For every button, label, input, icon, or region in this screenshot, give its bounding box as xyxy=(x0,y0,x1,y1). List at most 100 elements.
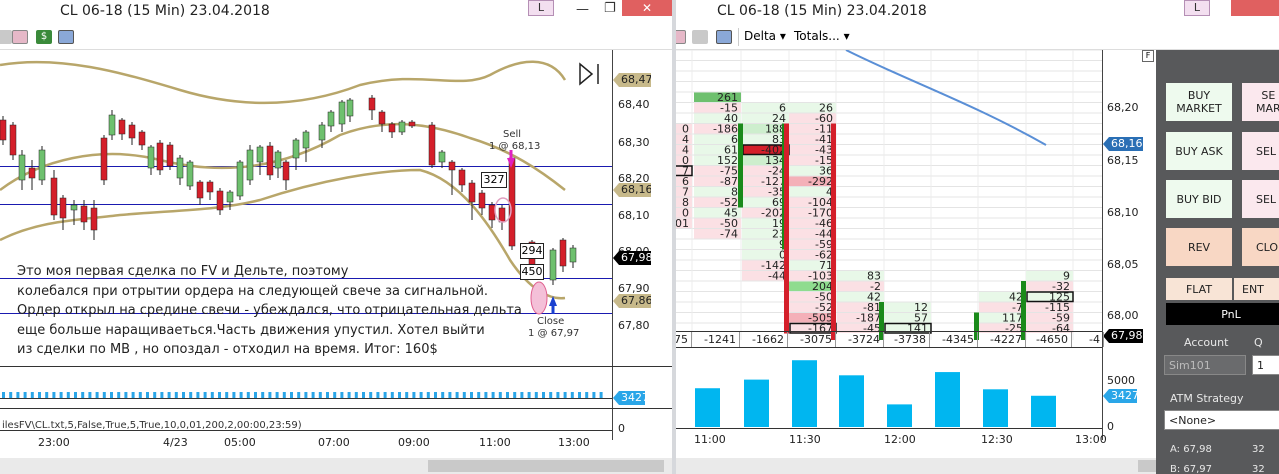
right-link-button[interactable]: L xyxy=(1184,0,1210,16)
bar-chart-icon[interactable] xyxy=(676,30,686,44)
chevron-down-icon: ▾ xyxy=(779,29,786,43)
left-scrollbar-thumb[interactable] xyxy=(428,460,664,472)
left-window-title: CL 06-18 (15 Min) 23.04.2018 xyxy=(60,3,270,19)
left-minimize-button[interactable]: — xyxy=(576,2,589,17)
dollar-icon[interactable]: $ xyxy=(36,30,52,44)
candle-body xyxy=(569,247,577,263)
atm-strategy-label: ATM Strategy xyxy=(1170,392,1244,405)
candle-body xyxy=(166,144,174,167)
total-cell: -1241 xyxy=(704,333,736,346)
right-scrollbar-thumb[interactable] xyxy=(1138,460,1156,472)
sell-detail: 1 @ 68,13 xyxy=(489,141,541,152)
right-title-bar: CL 06-18 (15 Min) 23.04.2018 L — xyxy=(676,0,1279,24)
candle-body xyxy=(282,161,290,181)
right-chart-window: CL 06-18 (15 Min) 23.04.2018 L — Delta ▾… xyxy=(676,0,1279,474)
left-link-button[interactable]: L xyxy=(528,0,554,16)
candle-body xyxy=(327,111,335,127)
properties-icon[interactable] xyxy=(716,30,732,44)
candle-body xyxy=(302,131,310,149)
left-price-axis-line xyxy=(612,50,613,440)
candle-body xyxy=(488,204,496,221)
sell-market-button[interactable]: SE MAR xyxy=(1242,83,1279,121)
candle-body xyxy=(28,167,36,179)
dollar-icon[interactable] xyxy=(692,30,708,44)
candle-body xyxy=(100,137,108,181)
candle-body xyxy=(50,177,58,216)
left-restore-button[interactable]: ❐ xyxy=(604,1,616,16)
properties-icon[interactable] xyxy=(58,30,74,44)
price-axis-label: 68,30 xyxy=(618,136,650,149)
candle-body xyxy=(59,197,67,219)
candle-body xyxy=(266,145,274,176)
right-volume-histogram xyxy=(695,360,1056,427)
right-scrollbar[interactable] xyxy=(676,458,1156,474)
flat-button[interactable]: FLAT xyxy=(1166,278,1232,300)
left-close-button[interactable]: ✕ xyxy=(622,0,672,16)
account-select[interactable]: Sim101 xyxy=(1164,355,1246,375)
volume-tag: 3427 xyxy=(613,391,645,405)
candle-body xyxy=(388,123,396,133)
delta-menu[interactable]: Delta ▾ xyxy=(744,29,786,43)
pnl-display: PnL xyxy=(1166,303,1279,325)
buy-market-button[interactable]: BUY MARKET xyxy=(1166,83,1232,121)
quantity-label: Q xyxy=(1254,336,1263,349)
candle-body xyxy=(128,124,136,139)
left-scrollbar[interactable] xyxy=(0,458,672,474)
totals-menu[interactable]: Totals... ▾ xyxy=(794,29,850,43)
total-cell: -3724 xyxy=(848,333,880,346)
candle-body xyxy=(378,111,386,125)
candle-body xyxy=(147,146,155,169)
time-label: 11:00 xyxy=(479,436,511,449)
volume-baseline xyxy=(0,398,612,399)
candle-body xyxy=(438,151,446,163)
buy-ask-button[interactable]: BUY ASK xyxy=(1166,132,1232,170)
total-separator xyxy=(929,332,930,347)
reverse-button[interactable]: REV xyxy=(1166,228,1232,266)
quantity-field[interactable]: 1 xyxy=(1252,355,1279,375)
close-position-button[interactable]: CLO xyxy=(1242,228,1279,266)
bar-chart-icon[interactable] xyxy=(12,30,28,44)
candle-body xyxy=(18,154,26,181)
entry-button[interactable]: ENT xyxy=(1234,278,1279,300)
price-tag: 67,86 xyxy=(613,294,651,308)
candle-body xyxy=(216,190,224,211)
atm-strategy-select[interactable]: <None> xyxy=(1164,410,1279,430)
candle-body xyxy=(226,191,234,203)
time-label: 4/23 xyxy=(163,436,188,449)
candle-body xyxy=(176,157,184,179)
account-label: Account xyxy=(1184,336,1229,349)
candle-body xyxy=(292,139,300,159)
total-separator xyxy=(977,332,978,347)
buy-bid-button[interactable]: BUY BID xyxy=(1166,180,1232,218)
price-axis-label: 68,15 xyxy=(1107,154,1139,167)
volume-axis-zero: 0 xyxy=(618,422,625,435)
candle-body xyxy=(428,124,436,166)
right-close-button[interactable] xyxy=(1231,0,1279,16)
zoom-icon[interactable] xyxy=(0,30,12,44)
delta-menu-label: Delta xyxy=(744,29,777,43)
price-axis-label: 68,10 xyxy=(1107,206,1139,219)
f-button[interactable]: F xyxy=(1142,50,1154,62)
total-separator xyxy=(691,332,692,347)
price-axis-label: 67,90 xyxy=(618,282,650,295)
candle-body xyxy=(206,181,214,193)
volume-bar xyxy=(695,388,720,427)
total-separator xyxy=(835,332,836,347)
sell-bid-button[interactable]: SEL xyxy=(1242,180,1279,218)
sell-ask-button[interactable]: SEL xyxy=(1242,132,1279,170)
total-cell: -3075 xyxy=(800,333,832,346)
candle-body xyxy=(498,207,506,223)
time-axis-line xyxy=(676,428,1102,429)
time-label: 13:00 xyxy=(558,436,590,449)
candle-body xyxy=(559,239,567,267)
time-label: 13:00 xyxy=(1075,433,1107,446)
volume-bar xyxy=(839,375,864,427)
candle-body xyxy=(398,121,406,133)
candle-body xyxy=(246,149,254,181)
trade-note: Это моя первая сделка по FV и Дельте, по… xyxy=(17,264,522,357)
total-cell: -4 xyxy=(1089,333,1100,346)
candle-body xyxy=(346,99,354,117)
candle-body xyxy=(236,161,244,197)
delta-box: 294 xyxy=(520,243,544,259)
volume-bar xyxy=(792,360,817,427)
